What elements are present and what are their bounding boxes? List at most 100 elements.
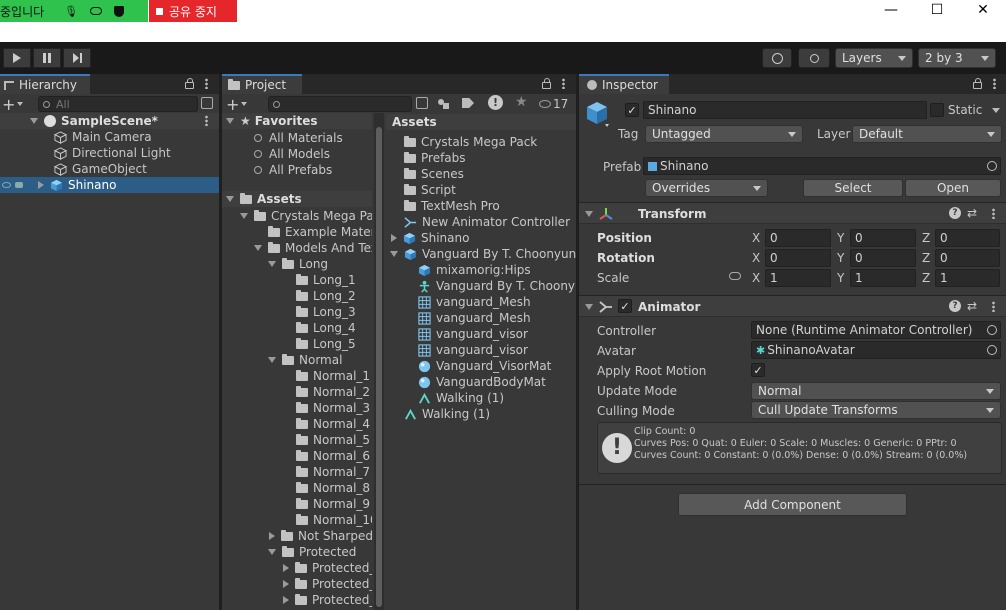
folder-tree-item[interactable]: Protected_1 (222, 560, 372, 576)
scale-y-input[interactable]: 1 (850, 269, 916, 287)
star-icon[interactable]: ★ (515, 94, 528, 110)
rotation-x-input[interactable]: 0 (765, 249, 831, 267)
hierarchy-item[interactable]: Main Camera (0, 129, 219, 145)
tab-project[interactable]: Project (222, 74, 302, 94)
folder-tree-item[interactable]: Normal_10 (222, 512, 372, 528)
object-picker-icon[interactable] (987, 345, 997, 355)
minimize-button[interactable]: — (868, 0, 914, 22)
folder-tree-item[interactable]: Protected_3 (222, 592, 372, 608)
folder-tree-item[interactable]: Long_4 (222, 320, 372, 336)
open-button[interactable]: Open (905, 179, 1001, 197)
asset-item[interactable]: vanguard_Mesh (386, 310, 576, 326)
presets-icon[interactable]: ⇄ (967, 299, 977, 313)
scene-menu-icon[interactable] (205, 115, 208, 126)
folder-tree-item[interactable]: Long_2 (222, 288, 372, 304)
folder-tree-item[interactable]: Models And Textures (222, 240, 372, 256)
hidden-packages-button[interactable]: 17 (539, 96, 568, 111)
folder-tree-item[interactable]: Normal (222, 352, 372, 368)
folder-tree-item[interactable]: Crystals Mega Pack (222, 208, 372, 224)
play-button[interactable] (3, 48, 31, 68)
layers-dropdown[interactable]: Layers (835, 48, 913, 68)
folder-tree-item[interactable]: Normal_4 (222, 416, 372, 432)
pickable-icon[interactable] (15, 182, 23, 188)
favorite-item[interactable]: All Materials (222, 130, 372, 146)
favorite-item[interactable]: All Prefabs (222, 162, 372, 178)
collapse-arrow-icon[interactable] (283, 596, 289, 604)
expand-arrow-icon[interactable] (268, 549, 276, 555)
tab-hierarchy[interactable]: Hierarchy (0, 74, 90, 94)
mic-off-icon[interactable]: 🎙 (64, 5, 78, 18)
cloud-icon[interactable] (90, 7, 103, 15)
overrides-dropdown[interactable]: Overrides (645, 179, 768, 197)
collapse-arrow-icon[interactable] (283, 580, 289, 588)
expand-arrow-icon[interactable] (254, 245, 262, 251)
collapse-arrow-icon[interactable] (391, 234, 397, 242)
asset-item[interactable]: Crystals Mega Pack (386, 134, 576, 150)
project-search-input[interactable] (268, 96, 412, 112)
prefab-field[interactable]: Shinano (643, 157, 1001, 175)
asset-item[interactable]: Prefabs (386, 150, 576, 166)
component-menu-icon[interactable] (992, 208, 995, 219)
asset-item[interactable]: Walking (1) (386, 406, 576, 422)
collapse-arrow-icon[interactable] (38, 181, 44, 189)
avatar-field[interactable]: ✱ ShinanoAvatar (751, 341, 1001, 359)
filter-icon[interactable] (201, 97, 213, 109)
panel-splitter[interactable] (219, 74, 222, 610)
asset-item[interactable]: Scenes (386, 166, 576, 182)
folder-tree-item[interactable]: Normal_6 (222, 448, 372, 464)
folder-tree-item[interactable]: Long_1 (222, 272, 372, 288)
search-button[interactable] (798, 48, 830, 68)
help-icon[interactable]: ? (949, 207, 961, 219)
tag-dropdown[interactable]: Untagged (645, 125, 803, 143)
label-tag-icon[interactable] (462, 98, 474, 108)
expand-arrow-icon[interactable] (268, 357, 276, 363)
active-checkbox[interactable]: ✓ (625, 103, 639, 117)
collapse-arrow-icon[interactable] (269, 532, 275, 540)
favorites-header[interactable]: ★ Favorites (222, 113, 372, 129)
asset-item[interactable]: vanguard_visor (386, 326, 576, 342)
folder-tree-item[interactable]: Long (222, 256, 372, 272)
folder-tree-item[interactable]: Normal_2 (222, 384, 372, 400)
select-button[interactable]: Select (803, 179, 903, 197)
position-z-input[interactable]: 0 (935, 229, 1000, 247)
folder-tree-item[interactable]: Protected (222, 544, 372, 560)
expand-arrow-icon[interactable] (390, 251, 398, 257)
object-name-input[interactable]: Shinano (643, 101, 927, 119)
favorite-item[interactable]: All Models (222, 146, 372, 162)
history-button[interactable] (762, 48, 792, 68)
panel-splitter[interactable] (576, 74, 579, 610)
expand-arrow-icon[interactable] (268, 261, 276, 267)
collapse-arrow-icon[interactable] (283, 564, 289, 572)
folder-tree-item[interactable]: Not Sharped (222, 528, 372, 544)
tab-inspector[interactable]: Inspector (579, 74, 669, 94)
create-button[interactable]: + (2, 96, 24, 112)
transform-header[interactable]: Transform ? ⇄ (579, 202, 1006, 224)
asset-item[interactable]: TextMesh Pro (386, 198, 576, 214)
rotation-z-input[interactable]: 0 (935, 249, 1000, 267)
folder-tree-item[interactable]: Normal_3 (222, 400, 372, 416)
close-button[interactable]: ✕ (960, 0, 1006, 22)
position-x-input[interactable]: 0 (765, 229, 831, 247)
step-button[interactable] (63, 48, 91, 68)
help-icon[interactable]: ? (949, 300, 961, 312)
rotation-y-input[interactable]: 0 (850, 249, 916, 267)
folder-tree-item[interactable]: Normal_8 (222, 480, 372, 496)
asset-item[interactable]: Walking (1) (386, 390, 576, 406)
hierarchy-item[interactable]: Shinano (0, 177, 219, 193)
asset-item[interactable]: Shinano (386, 230, 576, 246)
asset-item[interactable]: Vanguard By T. Choonyung (386, 246, 576, 262)
more-options-icon[interactable] (562, 78, 565, 89)
position-y-input[interactable]: 0 (850, 229, 916, 247)
asset-item[interactable]: mixamorig:Hips (386, 262, 576, 278)
scale-z-input[interactable]: 1 (935, 269, 1000, 287)
prefab-cube-icon[interactable] (585, 100, 609, 128)
controller-field[interactable]: None (Runtime Animator Controller) (751, 321, 1001, 339)
hierarchy-item[interactable]: GameObject (0, 161, 219, 177)
asset-item[interactable]: Vanguard_VisorMat (386, 358, 576, 374)
more-options-icon[interactable] (993, 78, 996, 89)
shield-icon[interactable] (114, 5, 125, 17)
create-asset-button[interactable]: + (226, 96, 248, 112)
folder-tree-item[interactable]: Long_3 (222, 304, 372, 320)
tree-scrollbar[interactable] (374, 113, 384, 610)
asset-item[interactable]: vanguard_Mesh (386, 294, 576, 310)
